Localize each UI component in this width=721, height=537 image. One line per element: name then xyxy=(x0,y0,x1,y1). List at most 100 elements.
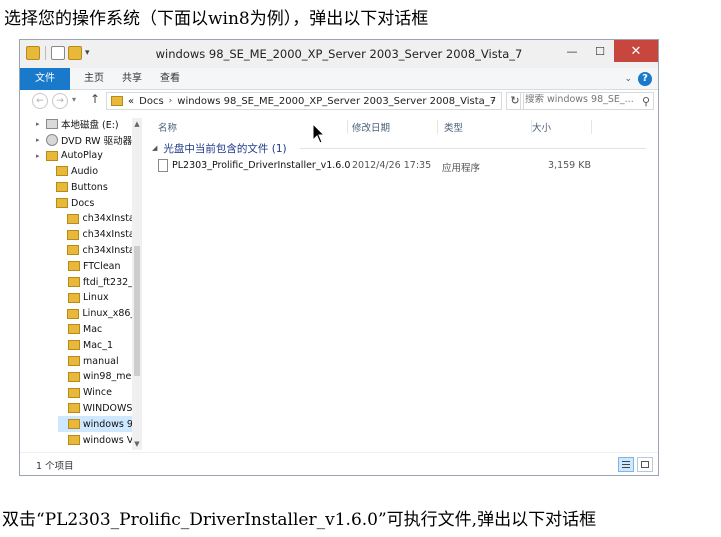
file-list-pane: 名称 修改日期 类型 大小 ◢ 光盘中当前包含的文件 (1) PL2303_Pr… xyxy=(144,114,658,450)
file-row[interactable]: PL2303_Prolific_DriverInstaller_v1.6.0 2… xyxy=(158,158,628,174)
tree-item[interactable]: windows V xyxy=(58,432,132,448)
column-header-size[interactable]: 大小 xyxy=(532,118,592,136)
expand-arrow-icon[interactable]: ▸ xyxy=(36,152,46,160)
tree-item[interactable]: WINDOWS xyxy=(58,400,132,416)
tree-item-label: Docs xyxy=(71,197,95,209)
tree-item[interactable]: Linux_x86_ xyxy=(58,306,132,322)
folder-icon xyxy=(56,198,68,208)
tree-item[interactable]: Linux xyxy=(58,290,132,306)
scrollbar-thumb[interactable] xyxy=(134,246,140,376)
tree-item[interactable]: ▸ 本地磁盘 (E:) xyxy=(36,116,132,132)
tree-item[interactable]: ▸ DVD RW 驱动器 xyxy=(36,132,132,148)
group-header[interactable]: ◢ 光盘中当前包含的文件 (1) xyxy=(152,140,287,156)
tab-view[interactable]: 查看 xyxy=(152,68,188,90)
collapse-group-icon[interactable]: ◢ xyxy=(152,144,157,152)
expand-ribbon-icon[interactable]: ⌄ xyxy=(624,74,632,84)
tree-item[interactable]: ftdi_ft232_ xyxy=(58,274,132,290)
ribbon-right-controls: ⌄ ? xyxy=(624,72,652,86)
disc-icon xyxy=(45,133,58,146)
tree-item[interactable]: Buttons xyxy=(46,179,132,195)
large-icons-view-button[interactable] xyxy=(637,457,653,472)
help-icon[interactable]: ? xyxy=(638,72,652,86)
instruction-caption-bottom: 双击“PL2303_Prolific_DriverInstaller_v1.6.… xyxy=(2,510,597,530)
tree-item[interactable]: Mac xyxy=(58,321,132,337)
tree-item-label: Buttons xyxy=(71,181,108,193)
folder-icon xyxy=(67,229,80,240)
status-bar: 1 个项目 xyxy=(20,452,658,475)
folder-icon xyxy=(67,435,80,445)
tree-item-label: Linux xyxy=(83,292,109,304)
folder-icon xyxy=(68,324,80,335)
maximize-button[interactable]: ☐ xyxy=(586,40,614,62)
tab-file[interactable]: 文件 xyxy=(20,68,70,90)
executable-file-icon xyxy=(158,159,168,172)
up-button[interactable]: ↑ xyxy=(90,92,100,106)
column-header-label: 大小 xyxy=(532,123,552,134)
address-row: ← → ▾ ↑ « Docs › windows 98_SE_ME_2000_X… xyxy=(20,90,658,112)
column-header-modified[interactable]: 修改日期 xyxy=(352,118,438,136)
tree-item[interactable]: Docs xyxy=(46,195,132,211)
tree-item[interactable]: Mac_1 xyxy=(58,337,132,353)
tree-item[interactable]: Audio xyxy=(46,163,132,179)
tree-item[interactable]: win98_me xyxy=(58,369,132,385)
recent-locations-icon[interactable]: ▾ xyxy=(72,95,76,104)
column-divider[interactable] xyxy=(347,120,348,134)
tree-item[interactable]: FTClean xyxy=(58,258,132,274)
title-bar: ▾ windows 98_SE_ME_2000_XP_Server 2003_S… xyxy=(20,40,658,68)
tree-item[interactable]: windows 9 xyxy=(58,416,132,433)
folder-icon xyxy=(68,261,80,272)
forward-button[interactable]: → xyxy=(52,93,68,109)
expand-arrow-icon[interactable]: ▸ xyxy=(36,136,46,144)
scroll-down-icon[interactable]: ▼ xyxy=(132,438,142,450)
search-input[interactable] xyxy=(525,94,635,105)
tree-item-label: 安装说明及 xyxy=(83,449,131,450)
tree-item[interactable]: ch34xInsta xyxy=(58,227,132,243)
search-icon[interactable]: ⚲ xyxy=(642,95,650,108)
details-view-button[interactable] xyxy=(618,457,634,472)
tree-item-label: ch34xInsta xyxy=(82,229,132,241)
large-icons-view-icon xyxy=(641,461,649,468)
instruction-caption-top: 选择您的操作系统（下面以win8为例），弹出以下对话框 xyxy=(4,9,429,29)
minimize-button[interactable]: — xyxy=(558,40,586,62)
column-header-type[interactable]: 类型 xyxy=(444,118,532,136)
tree-item-label: Audio xyxy=(71,165,99,177)
group-header-label: 光盘中当前包含的文件 (1) xyxy=(163,142,287,155)
close-button[interactable]: ✕ xyxy=(614,40,658,62)
breadcrumb-current[interactable]: windows 98_SE_ME_2000_XP_Server 2003_Ser… xyxy=(177,96,496,107)
tree-item-label: ch34xInsta xyxy=(82,244,132,256)
tree-item[interactable]: ch34xInsta xyxy=(58,242,132,258)
mouse-pointer-icon xyxy=(312,123,326,144)
tree-item[interactable]: Wince xyxy=(58,385,132,401)
tree-item-label: Mac xyxy=(83,323,103,335)
tree-item-label: WINDOWS xyxy=(82,402,132,414)
column-header-label: 类型 xyxy=(444,123,464,134)
file-type: 应用程序 xyxy=(442,163,481,174)
folder-icon xyxy=(111,96,123,106)
folder-icon xyxy=(68,371,80,382)
folder-icon xyxy=(67,277,80,287)
breadcrumb-separator-icon[interactable]: › xyxy=(169,96,173,106)
back-button[interactable]: ← xyxy=(32,93,48,109)
expand-arrow-icon[interactable]: ▸ xyxy=(36,120,46,128)
tab-share[interactable]: 共享 xyxy=(114,68,150,90)
tree-item[interactable]: manual xyxy=(58,353,132,369)
explorer-window: ▾ windows 98_SE_ME_2000_XP_Server 2003_S… xyxy=(19,39,659,476)
address-bar[interactable]: « Docs › windows 98_SE_ME_2000_XP_Server… xyxy=(106,92,502,110)
tab-home[interactable]: 主页 xyxy=(76,68,112,90)
search-box[interactable]: ⚲ xyxy=(520,92,654,110)
navigation-scrollbar[interactable]: ▲ ▼ xyxy=(132,118,142,450)
window-controls: — ☐ ✕ xyxy=(558,40,658,62)
file-name[interactable]: PL2303_Prolific_DriverInstaller_v1.6.0 xyxy=(172,160,350,171)
column-divider[interactable] xyxy=(437,120,438,134)
column-divider[interactable] xyxy=(591,120,592,134)
folder-icon xyxy=(56,166,68,177)
scroll-up-icon[interactable]: ▲ xyxy=(132,118,142,130)
tree-item[interactable]: ▸ AutoPlay xyxy=(36,148,132,164)
breadcrumb-overflow[interactable]: « xyxy=(128,96,134,107)
tree-item-label: Wince xyxy=(83,387,112,399)
tree-item[interactable]: ch34xInsta xyxy=(58,211,132,227)
address-dropdown-icon[interactable]: ⌄ xyxy=(489,95,497,105)
tree-item-label: manual xyxy=(83,355,119,367)
breadcrumb-docs[interactable]: Docs xyxy=(139,96,164,107)
tree-item[interactable]: 安装说明及 xyxy=(58,448,132,450)
